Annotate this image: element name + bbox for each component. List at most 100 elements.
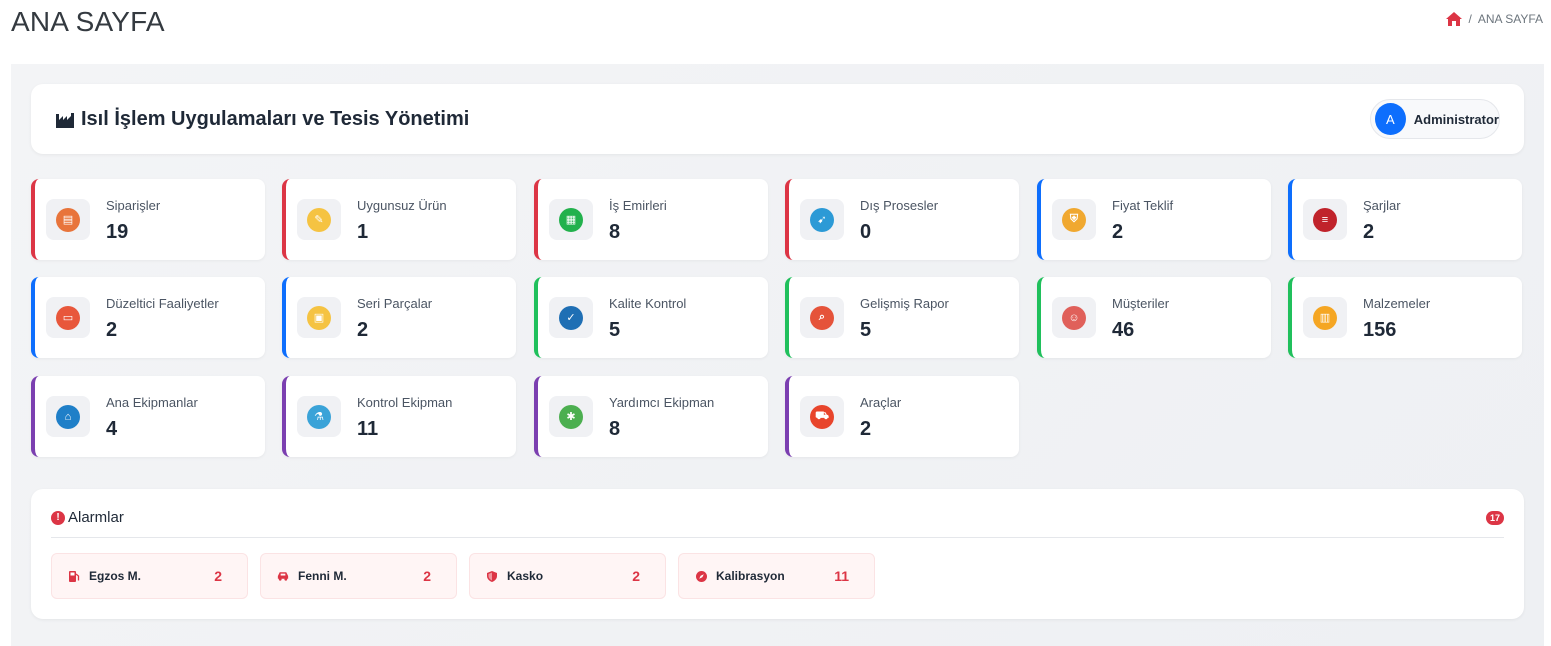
stat-value: 5 bbox=[860, 319, 872, 341]
stat-icon-box: ☺ bbox=[1052, 297, 1096, 338]
stat-value: 8 bbox=[609, 418, 621, 440]
stat-label: Yardımcı Ekipman bbox=[609, 395, 715, 410]
stat-icon-box: ⌕ bbox=[800, 297, 844, 338]
stat-value: 1 bbox=[357, 221, 369, 243]
stat-label: Şarjlar bbox=[1363, 198, 1401, 213]
materials-icon: ▥ bbox=[1313, 305, 1337, 330]
corrective-actions-icon: ▭ bbox=[56, 305, 80, 330]
alarm-item[interactable]: Kasko 2 bbox=[469, 553, 666, 599]
stat-card[interactable]: ▦ İş Emirleri 8 bbox=[534, 179, 768, 260]
stat-label: Araçlar bbox=[860, 395, 902, 410]
breadcrumb-separator: / bbox=[1468, 12, 1472, 26]
alarms-total-badge: 17 bbox=[1485, 511, 1504, 525]
stat-value: 19 bbox=[106, 221, 129, 243]
stat-card[interactable]: ☺ Müşteriler 46 bbox=[1037, 277, 1271, 358]
stat-label: Kalite Kontrol bbox=[609, 296, 687, 311]
dashboard-content: Isıl İşlem Uygulamaları ve Tesis Yönetim… bbox=[11, 64, 1544, 646]
stat-card[interactable]: ✎ Uygunsuz Ürün 1 bbox=[282, 179, 516, 260]
header-title-wrap: Isıl İşlem Uygulamaları ve Tesis Yönetim… bbox=[55, 108, 469, 131]
stat-card[interactable]: ⌕ Gelişmiş Rapor 5 bbox=[785, 277, 1019, 358]
work-orders-icon: ▦ bbox=[559, 207, 583, 232]
header-title: Isıl İşlem Uygulamaları ve Tesis Yönetim… bbox=[81, 108, 470, 130]
stat-card[interactable]: ▭ Düzeltici Faaliyetler 2 bbox=[31, 277, 265, 358]
stat-value: 2 bbox=[106, 319, 118, 341]
stat-card[interactable]: ⛟ Araçlar 2 bbox=[785, 376, 1019, 457]
alarm-count: 2 bbox=[214, 568, 222, 584]
fuel-pump-icon bbox=[67, 569, 81, 583]
header-card: Isıl İşlem Uygulamaları ve Tesis Yönetim… bbox=[31, 84, 1524, 154]
stat-icon-box: ≡ bbox=[1303, 199, 1347, 240]
stat-icon-box: ▭ bbox=[46, 297, 90, 338]
control-equipment-icon: ⚗ bbox=[307, 404, 331, 429]
stat-card[interactable]: ⌂ Ana Ekipmanlar 4 bbox=[31, 376, 265, 457]
stat-label: Fiyat Teklif bbox=[1112, 198, 1174, 213]
alarm-item[interactable]: Egzos M. 2 bbox=[51, 553, 248, 599]
stat-card[interactable]: ✓ Kalite Kontrol 5 bbox=[534, 277, 768, 358]
vehicles-icon: ⛟ bbox=[810, 404, 834, 429]
home-icon[interactable] bbox=[1445, 11, 1463, 27]
alarm-label: Kalibrasyon bbox=[716, 569, 785, 583]
stat-label: Müşteriler bbox=[1112, 296, 1170, 311]
stat-card[interactable]: ▣ Seri Parçalar 2 bbox=[282, 277, 516, 358]
stat-icon-box: ▦ bbox=[549, 199, 593, 240]
stat-icon-box: ✓ bbox=[549, 297, 593, 338]
compass-icon bbox=[694, 569, 708, 583]
stat-icon-box: ✱ bbox=[549, 396, 593, 437]
stat-value: 2 bbox=[1363, 221, 1375, 243]
stat-card[interactable]: ≡ Şarjlar 2 bbox=[1288, 179, 1522, 260]
stat-value: 5 bbox=[609, 319, 621, 341]
stat-label: Dış Prosesler bbox=[860, 198, 939, 213]
car-crash-icon bbox=[276, 569, 290, 583]
stat-label: Siparişler bbox=[106, 198, 161, 213]
price-quote-icon: ⛨ bbox=[1062, 207, 1086, 232]
charges-icon: ≡ bbox=[1313, 207, 1337, 232]
user-name: Administrator bbox=[1413, 111, 1499, 127]
stat-value: 156 bbox=[1363, 319, 1397, 341]
factory-icon bbox=[55, 111, 75, 129]
stat-icon-box: ▣ bbox=[297, 297, 341, 338]
stat-label: Malzemeler bbox=[1363, 296, 1431, 311]
stat-label: Ana Ekipmanlar bbox=[106, 395, 198, 410]
stat-card[interactable]: ⛨ Fiyat Teklif 2 bbox=[1037, 179, 1271, 260]
stat-value: 2 bbox=[357, 319, 369, 341]
alarms-card: ! Alarmlar 17 Egzos M. 2 Fenni M. 2 Kasko 2 Ka… bbox=[31, 489, 1524, 619]
stat-icon-box: ⌂ bbox=[46, 396, 90, 437]
serial-parts-icon: ▣ bbox=[307, 305, 331, 330]
alarm-count: 11 bbox=[834, 568, 849, 584]
user-menu-button[interactable]: A Administrator bbox=[1370, 99, 1500, 139]
stat-value: 4 bbox=[106, 418, 118, 440]
alarms-header: ! Alarmlar bbox=[51, 509, 124, 526]
stat-card[interactable]: ▤ Siparişler 19 bbox=[31, 179, 265, 260]
alarms-title: Alarmlar bbox=[68, 509, 124, 526]
stat-icon-box: ▤ bbox=[46, 199, 90, 240]
alarm-label: Fenni M. bbox=[298, 569, 347, 583]
stat-icon-box: ➹ bbox=[800, 199, 844, 240]
stat-card[interactable]: ▥ Malzemeler 156 bbox=[1288, 277, 1522, 358]
alarm-count: 2 bbox=[632, 568, 640, 584]
stat-card[interactable]: ✱ Yardımcı Ekipman 8 bbox=[534, 376, 768, 457]
stat-value: 11 bbox=[357, 418, 379, 440]
stat-icon-box: ⚗ bbox=[297, 396, 341, 437]
breadcrumb: / ANA SAYFA bbox=[1445, 11, 1543, 27]
nonconforming-product-icon: ✎ bbox=[307, 207, 331, 232]
alarm-item[interactable]: Fenni M. 2 bbox=[260, 553, 457, 599]
stat-label: Kontrol Ekipman bbox=[357, 395, 453, 410]
alert-circle-icon: ! bbox=[51, 510, 65, 525]
alarm-item[interactable]: Kalibrasyon 11 bbox=[678, 553, 875, 599]
stat-icon-box: ⛟ bbox=[800, 396, 844, 437]
alarm-count: 2 bbox=[423, 568, 431, 584]
auxiliary-equipment-icon: ✱ bbox=[559, 404, 583, 429]
stat-label: İş Emirleri bbox=[609, 198, 667, 213]
stat-icon-box: ▥ bbox=[1303, 297, 1347, 338]
advanced-report-icon: ⌕ bbox=[810, 305, 834, 330]
stat-value: 8 bbox=[609, 221, 621, 243]
stat-value: 2 bbox=[1112, 221, 1124, 243]
stat-label: Seri Parçalar bbox=[357, 296, 433, 311]
quality-control-icon: ✓ bbox=[559, 305, 583, 330]
alarms-divider bbox=[51, 537, 1504, 538]
stat-value: 2 bbox=[860, 418, 872, 440]
stat-card[interactable]: ➹ Dış Prosesler 0 bbox=[785, 179, 1019, 260]
page-title: ANA SAYFA bbox=[11, 6, 165, 37]
stat-card[interactable]: ⚗ Kontrol Ekipman 11 bbox=[282, 376, 516, 457]
main-equipment-icon: ⌂ bbox=[56, 404, 80, 429]
